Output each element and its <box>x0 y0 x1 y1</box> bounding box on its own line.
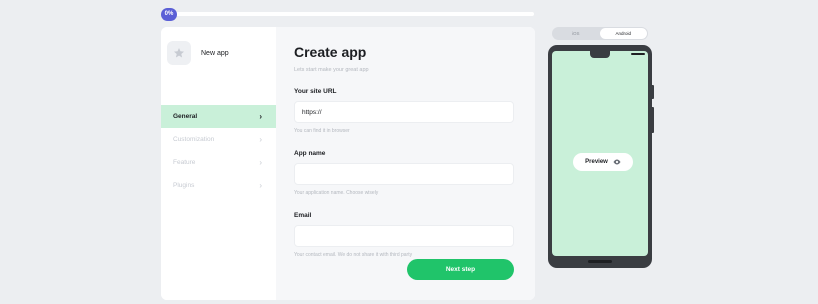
preview-label: Preview <box>585 159 608 165</box>
toggle-android[interactable]: Android <box>599 28 647 39</box>
email-label: Email <box>294 212 312 219</box>
page-title: Create app <box>294 44 367 60</box>
app-avatar <box>167 41 191 65</box>
site-url-label: Your site URL <box>294 88 337 95</box>
sidebar-item-label: Feature <box>173 159 196 166</box>
sidebar-item-label: Plugins <box>173 182 195 189</box>
app-name-input[interactable] <box>294 163 514 185</box>
star-icon <box>174 48 184 58</box>
app-name-hint: Your application name. Choose wisely <box>294 190 379 196</box>
sidebar-item-label: Customization <box>173 136 215 143</box>
phone-side-button <box>652 107 654 133</box>
phone-screen: Preview <box>552 51 648 256</box>
toggle-ios[interactable]: iOS <box>552 27 600 40</box>
sidebar-item-customization[interactable]: Customization › <box>161 128 276 151</box>
next-step-button[interactable]: Next step <box>407 259 514 280</box>
phone-side-button <box>652 85 654 99</box>
preview-button[interactable]: Preview <box>573 153 633 171</box>
chevron-right-icon: › <box>259 112 262 121</box>
chevron-right-icon: › <box>259 181 262 190</box>
create-app-card: New app General › Customization › Featur… <box>161 27 535 300</box>
phone-speaker <box>631 53 645 55</box>
site-url-hint: You can find it in browser <box>294 128 350 134</box>
sidebar-item-plugins[interactable]: Plugins › <box>161 174 276 197</box>
email-hint: Your contact email. We do not share it w… <box>294 252 413 258</box>
app-header: New app <box>161 27 276 79</box>
device-toggle: iOS Android <box>552 27 648 40</box>
eye-icon <box>613 159 621 165</box>
phone-home-bar <box>588 260 612 263</box>
chevron-right-icon: › <box>259 158 262 167</box>
email-input[interactable] <box>294 225 514 247</box>
phone-notch <box>590 51 645 58</box>
form-panel: Create app Lets start make your great ap… <box>276 27 535 300</box>
page-subtitle: Lets start make your great app <box>294 67 369 73</box>
progress-badge: 0% <box>161 8 177 21</box>
app-name-label: App name <box>294 150 326 157</box>
chevron-right-icon: › <box>259 135 262 144</box>
app-name: New app <box>201 49 229 57</box>
sidebar-item-general[interactable]: General › <box>161 105 276 128</box>
sidebar-item-feature[interactable]: Feature › <box>161 151 276 174</box>
site-url-input[interactable]: https:// <box>294 101 514 123</box>
sidebar-item-label: General <box>173 113 198 120</box>
phone-mockup: Preview <box>548 45 654 268</box>
progress-track <box>162 12 534 16</box>
sidebar: New app General › Customization › Featur… <box>161 27 276 300</box>
